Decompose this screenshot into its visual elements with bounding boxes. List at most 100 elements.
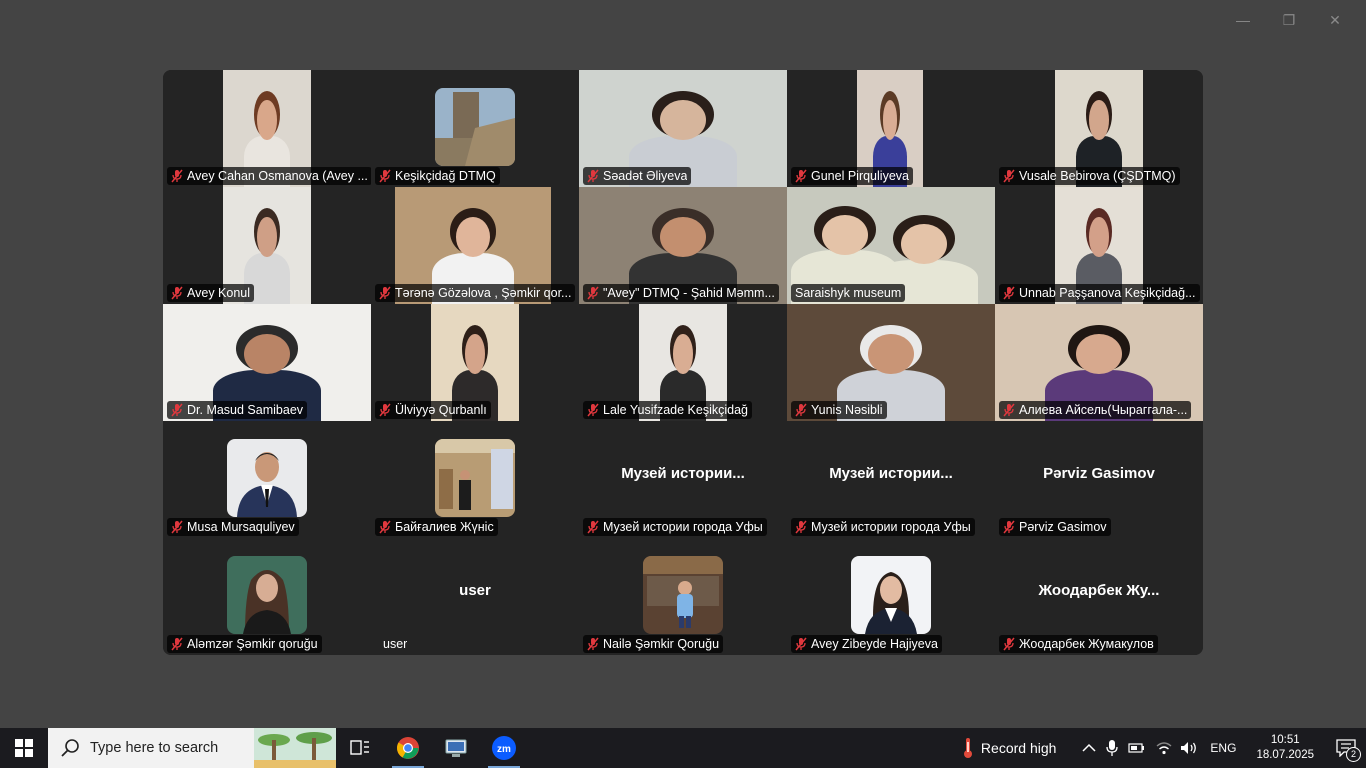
svg-text:zm: zm <box>497 744 511 755</box>
profile-photo <box>435 439 515 517</box>
participant-tile[interactable]: Vusale Bebirova (ÇŞDTMQ) <box>995 70 1203 187</box>
start-button[interactable] <box>0 728 48 768</box>
participant-tile[interactable]: Gunel Pirquliyeva <box>787 70 995 187</box>
participant-tile[interactable]: Unnab Paşşanova Keşikçidağ... <box>995 187 1203 304</box>
muted-microphone-icon <box>1003 520 1015 534</box>
participant-tile[interactable]: Tərənə Gözəlova , Şəmkir qor... <box>371 187 579 304</box>
wifi-icon[interactable] <box>1156 741 1172 755</box>
participant-tile[interactable]: Avey Zibeyde Hajiyeva <box>787 538 995 655</box>
participant-tile[interactable]: user user <box>371 538 579 655</box>
participant-name: Lale Yusifzade Keşikçidağ <box>603 403 749 417</box>
participant-name: Avey Zibeyde Hajiyeva <box>811 637 938 651</box>
participant-tile[interactable]: Keşikçidağ DTMQ <box>371 70 579 187</box>
participant-tile[interactable]: Səadət Əliyeva <box>579 70 787 187</box>
close-button[interactable]: ✕ <box>1312 8 1358 32</box>
person-face <box>660 100 706 141</box>
participant-tile[interactable]: Yunis Nəsibli <box>787 304 995 421</box>
participant-name: Avey Cahan Osmanova (Avey ... <box>187 169 368 183</box>
participant-tile[interactable]: Dr. Masud Samibaev <box>163 304 371 421</box>
participant-name: Unnab Paşşanova Keşikçidağ... <box>1019 286 1196 300</box>
person-face <box>1089 100 1109 141</box>
participant-name: Tərənə Gözəlova , Şəmkir qor... <box>395 286 572 300</box>
person-face <box>1089 217 1109 258</box>
participant-name-label: Dr. Masud Samibaev <box>167 401 308 419</box>
participant-display-name: user <box>459 582 491 599</box>
participant-tile[interactable]: "Avey" DTMQ - Şahid Məmm... <box>579 187 787 304</box>
participant-name: Ülviyyə Qurbanlı <box>395 403 487 417</box>
participant-tile[interactable]: Avey Konul <box>163 187 371 304</box>
participant-name: Музей истории города Уфы <box>811 520 971 534</box>
participant-tile[interactable]: Avey Cahan Osmanova (Avey ... <box>163 70 371 187</box>
participant-name: Musa Mursaquliyev <box>187 520 295 534</box>
participant-tile[interactable]: Музей истории... Музей истории города Уфы <box>787 421 995 538</box>
minimize-button[interactable]: — <box>1220 8 1266 32</box>
input-language[interactable]: ENG <box>1210 741 1236 755</box>
person-face <box>455 217 491 258</box>
participant-name: Pərviz Gasimov <box>1019 520 1107 534</box>
participant-name-label: Ülviyyə Qurbanlı <box>375 401 491 419</box>
person-face <box>1076 334 1122 375</box>
person-face <box>868 334 914 375</box>
muted-microphone-icon <box>795 403 807 417</box>
participant-name-label: Nailə Şəmkir Qoruğu <box>583 635 724 653</box>
participant-tile[interactable]: Жоодарбек Жу... Жоодарбек Жумакулов <box>995 538 1203 655</box>
participant-tile[interactable]: Алиева Айсель(Чыраггала-... <box>995 304 1203 421</box>
taskbar-search[interactable]: Type here to search <box>48 728 336 768</box>
profile-photo <box>227 439 307 517</box>
participant-name: Keşikçidağ DTMQ <box>395 169 496 183</box>
participant-display-name: Жоодарбек Жу... <box>1038 582 1160 599</box>
participant-display-name: Pərviz Gasimov <box>1043 465 1155 482</box>
battery-icon[interactable] <box>1128 742 1146 754</box>
participant-tile[interactable]: Ülviyyə Qurbanlı <box>371 304 579 421</box>
person-face <box>257 100 277 141</box>
muted-microphone-icon <box>379 520 391 534</box>
gallery-view: Avey Cahan Osmanova (Avey ... Keşikçidağ … <box>163 70 1203 655</box>
participant-tile[interactable]: Байғалиев Жүніс <box>371 421 579 538</box>
participant-name-label: Saraishyk museum <box>791 284 906 302</box>
microphone-icon[interactable] <box>1106 740 1119 756</box>
participant-display-name: Музей истории... <box>829 465 953 482</box>
participant-name-label: Tərənə Gözəlova , Şəmkir qor... <box>375 284 576 302</box>
muted-microphone-icon <box>171 286 183 300</box>
notification-center-button[interactable]: 2 <box>1326 728 1366 768</box>
muted-microphone-icon <box>587 169 599 183</box>
clock[interactable]: 10:51 18.07.2025 <box>1256 733 1314 763</box>
participant-name: Vusale Bebirova (ÇŞDTMQ) <box>1019 169 1176 183</box>
participant-name-label: Lale Yusifzade Keşikçidağ <box>583 401 753 419</box>
participant-name: Dr. Masud Samibaev <box>187 403 304 417</box>
restore-button[interactable]: ❐ <box>1266 8 1312 32</box>
muted-microphone-icon <box>171 637 183 651</box>
participant-tile[interactable]: Saraishyk museum <box>787 187 995 304</box>
participant-tile[interactable]: Nailə Şəmkir Qoruğu <box>579 538 787 655</box>
participant-tile[interactable]: Музей истории... Музей истории города Уфы <box>579 421 787 538</box>
participant-name-label: Байғалиев Жүніс <box>375 518 498 536</box>
show-hidden-icons-chevron-icon[interactable] <box>1082 743 1096 753</box>
participant-name-label: "Avey" DTMQ - Şahid Məmm... <box>583 284 779 302</box>
weather-widget[interactable]: Record high <box>961 737 1057 759</box>
participant-name: Байғалиев Жүніс <box>395 520 494 534</box>
chrome-taskbar-button[interactable] <box>384 728 432 768</box>
muted-microphone-icon <box>587 403 599 417</box>
participant-tile[interactable]: Musa Mursaquliyev <box>163 421 371 538</box>
clock-time: 10:51 <box>1270 734 1300 746</box>
participant-name-label: Avey Cahan Osmanova (Avey ... <box>167 167 371 185</box>
participant-name-label: Səadət Əliyeva <box>583 167 692 185</box>
zoom-icon: zm <box>492 736 516 760</box>
muted-microphone-icon <box>587 520 599 534</box>
search-highlight-illustration <box>254 728 336 768</box>
participant-tile[interactable]: Lale Yusifzade Keşikçidağ <box>579 304 787 421</box>
muted-microphone-icon <box>795 520 807 534</box>
participant-name: Yunis Nəsibli <box>811 403 883 417</box>
zoom-taskbar-button[interactable]: zm <box>480 728 528 768</box>
network-app-taskbar-button[interactable] <box>432 728 480 768</box>
participant-tile[interactable]: Aləmzər Şəmkir qoruğu <box>163 538 371 655</box>
volume-icon[interactable] <box>1180 741 1198 755</box>
participant-name: Avey Konul <box>187 286 251 300</box>
task-view-icon <box>350 740 369 755</box>
muted-microphone-icon <box>379 286 391 300</box>
participant-tile[interactable]: Pərviz Gasimov Pərviz Gasimov <box>995 421 1203 538</box>
person-face <box>673 334 693 375</box>
weather-text: Record high <box>980 740 1057 756</box>
windows-logo-icon <box>15 739 33 757</box>
task-view-button[interactable] <box>336 728 384 768</box>
